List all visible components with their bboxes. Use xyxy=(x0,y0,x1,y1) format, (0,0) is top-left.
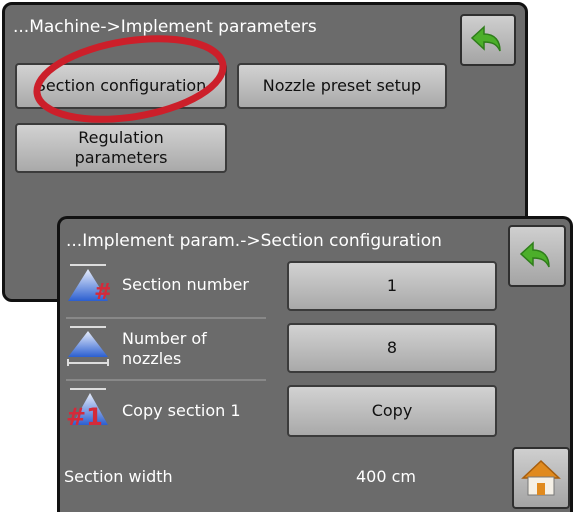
number-of-nozzles-icon xyxy=(67,326,109,366)
section-width-value: 400 cm xyxy=(356,467,417,486)
row-divider xyxy=(66,317,266,319)
row-divider xyxy=(66,379,266,381)
copy-button[interactable]: Copy xyxy=(287,385,497,437)
section-number-label: Section number xyxy=(122,275,249,294)
section-width-label: Section width xyxy=(64,467,173,486)
copy-section-icon: #1 xyxy=(66,388,108,429)
section-configuration-title: ...Implement param.->Section configurati… xyxy=(66,231,442,251)
regulation-parameters-button[interactable]: Regulation parameters xyxy=(15,123,227,173)
number-of-nozzles-field[interactable]: 8 xyxy=(287,323,497,373)
svg-text:#: # xyxy=(94,280,110,305)
number-of-nozzles-label: Number of nozzles xyxy=(122,329,207,368)
svg-text:#1: #1 xyxy=(66,403,103,429)
back-arrow-icon xyxy=(519,241,550,268)
home-button[interactable] xyxy=(512,447,570,509)
highlight-ellipse xyxy=(33,35,227,123)
home-icon xyxy=(521,459,561,496)
nozzle-preset-setup-button[interactable]: Nozzle preset setup xyxy=(237,63,447,109)
section-number-field[interactable]: 1 xyxy=(287,261,497,311)
back-button[interactable] xyxy=(460,14,516,66)
back-button[interactable] xyxy=(508,225,566,287)
copy-section-label: Copy section 1 xyxy=(122,401,241,420)
back-arrow-icon xyxy=(470,25,501,52)
section-configuration-panel: ...Implement param.->Section configurati… xyxy=(57,216,573,512)
section-number-icon: # xyxy=(68,264,110,305)
